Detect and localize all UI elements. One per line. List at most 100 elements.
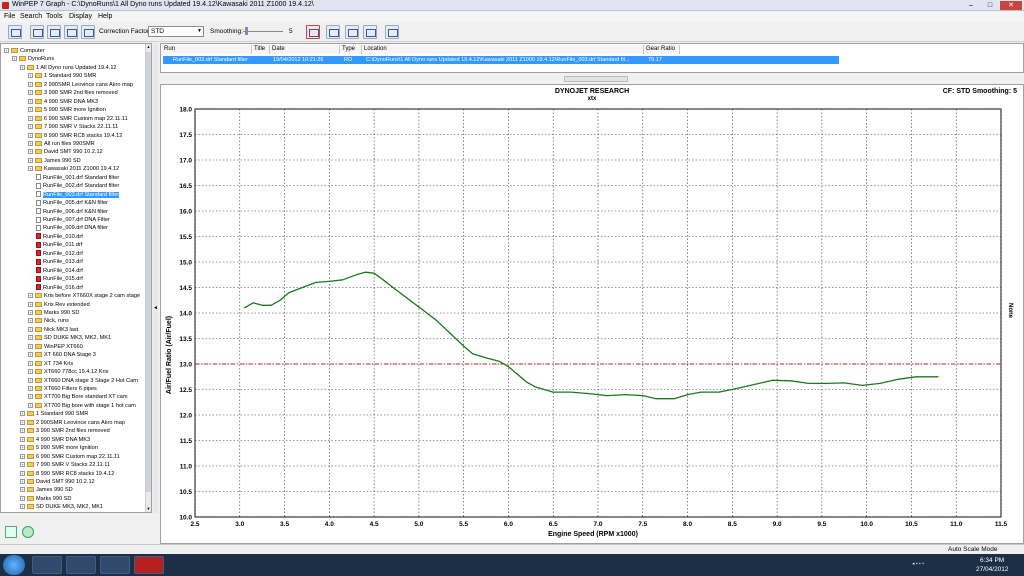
tray-icons[interactable]: ◂ ▪ ▪ ▪	[912, 561, 972, 569]
expand-icon[interactable]: +	[28, 369, 33, 375]
tree-folder[interactable]: + SD DUKE MK3, MK2, MK1	[20, 503, 103, 511]
expand-icon[interactable]: +	[28, 309, 33, 315]
tree-folder[interactable]: + David SMT 990 10.2.12	[20, 478, 95, 486]
table-row[interactable]: RunFile_003.drf Standard filter 19/04/20…	[163, 56, 839, 64]
scroll-down-icon[interactable]: ▼	[146, 506, 151, 512]
expand-icon[interactable]: +	[28, 73, 33, 79]
smoothing-slider[interactable]	[243, 26, 283, 37]
graph-view-4-button[interactable]	[81, 25, 95, 39]
cursor-button[interactable]	[363, 25, 377, 39]
expand-icon[interactable]: +	[20, 445, 25, 451]
tree-file[interactable]: RunFile_014.drf	[36, 267, 83, 275]
expand-icon[interactable]: +	[28, 352, 33, 358]
crosshair-button[interactable]	[385, 25, 399, 39]
tree-scrollbar[interactable]: ▲ ▼	[145, 44, 151, 512]
tree-folder[interactable]: + XT 660 DNA Stage 3	[28, 351, 96, 359]
menu-help[interactable]: Help	[98, 13, 112, 20]
scroll-up-icon[interactable]: ▲	[146, 44, 151, 50]
tree-folder[interactable]: +8 990 SMR RC8 stacks 19.4.12	[28, 132, 122, 140]
tree-file[interactable]: RunFile_001.drf Standard filter	[36, 174, 119, 182]
tree-folder[interactable]: + Kawasaki 2011 Z1000 19.4.12	[28, 165, 119, 173]
tree-folder[interactable]: +6 990 SMR Custom map 22.11.11	[28, 115, 128, 123]
delete-overlay-button[interactable]	[306, 25, 320, 39]
col-date[interactable]: Date	[270, 45, 340, 54]
expand-icon[interactable]: +	[28, 335, 33, 341]
tree-folder[interactable]: + XT660 Filters 6 pipes	[28, 385, 97, 393]
tree-file[interactable]: RunFile_002.drf Standard filter	[36, 182, 119, 190]
col-type[interactable]: Type	[340, 45, 362, 54]
expand-icon[interactable]: +	[20, 428, 25, 434]
tree-folder[interactable]: +2 990SMR Leovince cans Akro map	[20, 419, 125, 427]
tree-folder[interactable]: + David SMT 990 10.2.12	[28, 148, 103, 156]
expand-icon[interactable]: +	[20, 411, 25, 417]
pan-button[interactable]	[345, 25, 359, 39]
tree-file[interactable]: RunFile_007.drf DNA Filter	[36, 216, 110, 224]
tree-folder[interactable]: +5 990 SMR more Ignition	[20, 444, 98, 452]
media-player-icon[interactable]	[100, 556, 130, 574]
scroll-thumb[interactable]	[146, 52, 151, 492]
expand-icon[interactable]: +	[28, 90, 33, 96]
tree-folder[interactable]: + Nick MK3 last	[28, 326, 78, 334]
graph-view-3-button[interactable]	[64, 25, 78, 39]
expand-icon[interactable]: +	[28, 318, 33, 324]
expand-icon[interactable]: +	[28, 301, 33, 307]
menu-search[interactable]: Search	[20, 13, 42, 20]
expand-icon[interactable]: +	[20, 64, 25, 70]
minimize-button[interactable]: –	[962, 1, 980, 10]
expand-icon[interactable]: +	[28, 293, 33, 299]
tree-folder[interactable]: + James 990 SD	[20, 486, 73, 494]
col-title[interactable]: Title	[252, 45, 270, 54]
pane-resize-grip[interactable]	[564, 76, 628, 82]
expand-icon[interactable]: +	[20, 487, 25, 493]
tree-file[interactable]: RunFile_012.drf	[36, 250, 83, 258]
col-location[interactable]: Location	[362, 45, 644, 54]
start-button[interactable]	[3, 555, 25, 575]
tree-folder[interactable]: +5 990 SMR more Ignition	[28, 106, 106, 114]
edit-icon[interactable]	[5, 526, 17, 538]
menu-file[interactable]: File	[4, 13, 15, 20]
tree-file[interactable]: RunFile_003.drf Standard filter	[36, 191, 120, 199]
expand-icon[interactable]: +	[28, 140, 33, 146]
tree-folder[interactable]: + Nick, runs	[28, 317, 69, 325]
tree-file[interactable]: RunFile_005.drf K&N filter	[36, 199, 108, 207]
expand-icon[interactable]: +	[28, 157, 33, 163]
zoom-button[interactable]	[326, 25, 340, 39]
expand-icon[interactable]: +	[20, 504, 25, 510]
tree-folder[interactable]: + DynoRuns	[12, 55, 54, 63]
maximize-button[interactable]: □	[981, 1, 999, 10]
open-run-button[interactable]	[8, 25, 22, 39]
tree-folder[interactable]: +4 990 SMR DNA MK3	[20, 436, 90, 444]
tree-folder[interactable]: + XT660 DNA stage 3 Stage 2 Hot Cam	[28, 377, 138, 385]
col-gear-ratio[interactable]: Gear Ratio	[644, 45, 680, 54]
expand-icon[interactable]: +	[20, 478, 25, 484]
panel-splitter[interactable]: ◄	[153, 43, 158, 513]
tree-file[interactable]: RunFile_016.drf	[36, 284, 83, 292]
expand-icon[interactable]: +	[28, 326, 33, 332]
expand-icon[interactable]: +	[28, 394, 33, 400]
expand-icon[interactable]: +	[20, 453, 25, 459]
expand-icon[interactable]: +	[4, 48, 9, 54]
expand-icon[interactable]: +	[28, 115, 33, 121]
expand-icon[interactable]: +	[28, 360, 33, 366]
expand-icon[interactable]: +	[20, 470, 25, 476]
tree-folder[interactable]: + XT700 Big Bore standard XT cam	[28, 393, 128, 401]
expand-icon[interactable]: +	[28, 386, 33, 392]
clock-time[interactable]: 6:34 PM	[980, 557, 1004, 564]
winpep-taskbar-icon[interactable]	[134, 556, 164, 574]
expand-icon[interactable]: +	[12, 56, 17, 62]
expand-icon[interactable]: +	[28, 98, 33, 104]
refresh-icon[interactable]	[22, 526, 34, 538]
expand-icon[interactable]: +	[28, 377, 33, 383]
tree-folder[interactable]: + Computer	[4, 47, 45, 55]
tree-file[interactable]: RunFile_009.drf DNA filter	[36, 224, 108, 232]
tree-folder[interactable]: + Marks 990 SD	[28, 309, 79, 317]
tree-file[interactable]: RunFile_006.drf K&N filter	[36, 208, 108, 216]
expand-icon[interactable]: +	[20, 462, 25, 468]
tree-file[interactable]: RunFile_015.drf	[36, 275, 83, 283]
expand-icon[interactable]: +	[28, 166, 33, 172]
tree-folder[interactable]: +1 Standard 990 SMR	[28, 72, 96, 80]
tree-folder[interactable]: + XT 734 Kris	[28, 360, 73, 368]
tree-folder[interactable]: + XT700 Big bore with stage 1 hot cam	[28, 402, 136, 410]
tree-folder[interactable]: + James 990 SD	[28, 157, 81, 165]
collapse-left-icon[interactable]: ◄	[153, 305, 158, 311]
